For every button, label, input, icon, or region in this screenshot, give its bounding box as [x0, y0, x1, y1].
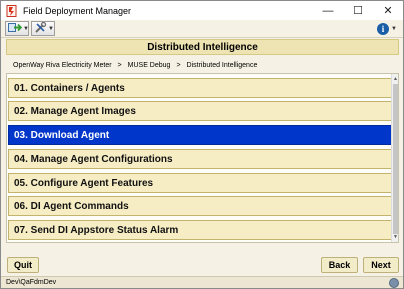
- close-button[interactable]: ✕: [373, 1, 403, 20]
- status-bar: Dev\QaFdmDev: [1, 276, 403, 288]
- menu-item-download-agent[interactable]: 03. Download Agent: [8, 125, 392, 145]
- breadcrumb-separator: >: [176, 61, 181, 69]
- connection-status-icon: [389, 278, 399, 288]
- scroll-down-icon[interactable]: ▼: [392, 233, 398, 241]
- menu-item-label: 07. Send DI Appstore Status Alarm: [14, 224, 179, 236]
- menu-item-label: 05. Configure Agent Features: [14, 177, 154, 189]
- tools-menu-button[interactable]: ▼: [31, 21, 55, 36]
- chevron-down-icon: ▼: [391, 25, 397, 32]
- menu-list: 01. Containers / Agents 02. Manage Agent…: [6, 73, 399, 243]
- page-title: Distributed Intelligence: [147, 41, 258, 53]
- exit-icon: [8, 20, 23, 38]
- scrollbar-thumb[interactable]: [393, 84, 398, 234]
- breadcrumb-item[interactable]: OpenWay Riva Electricity Meter: [13, 62, 112, 69]
- help-menu-button[interactable]: i ▼: [377, 21, 399, 36]
- menu-item-containers-agents[interactable]: 01. Containers / Agents: [8, 78, 392, 98]
- menu-item-manage-agent-configurations[interactable]: 04. Manage Agent Configurations: [8, 149, 392, 169]
- menu-item-label: 06. DI Agent Commands: [14, 200, 129, 212]
- scroll-up-icon[interactable]: ▲: [392, 75, 398, 83]
- window-controls: — ☐ ✕: [313, 1, 403, 20]
- title-bar: Field Deployment Manager — ☐ ✕: [1, 1, 403, 20]
- vertical-scrollbar[interactable]: ▲ ▼: [391, 74, 398, 242]
- menu-item-label: 03. Download Agent: [14, 129, 110, 141]
- page-header: Distributed Intelligence: [6, 39, 399, 55]
- menu-item-label: 01. Containers / Agents: [14, 82, 125, 94]
- app-window: Field Deployment Manager — ☐ ✕ ▼ ▼ i ▼ D…: [0, 0, 404, 289]
- exit-menu-button[interactable]: ▼: [5, 21, 29, 36]
- breadcrumb-item-current: Distributed Intelligence: [186, 61, 258, 69]
- toolbar: ▼ ▼ i ▼: [1, 20, 403, 38]
- environment-label: Dev\QaFdmDev: [6, 279, 57, 286]
- menu-item-label: 04. Manage Agent Configurations: [14, 153, 173, 165]
- menu-item-di-agent-commands[interactable]: 06. DI Agent Commands: [8, 196, 392, 216]
- window-title: Field Deployment Manager: [23, 5, 132, 16]
- tools-icon: [34, 20, 47, 38]
- chevron-down-icon: ▼: [48, 25, 54, 32]
- menu-item-label: 02. Manage Agent Images: [14, 105, 136, 117]
- breadcrumb-separator: >: [117, 61, 122, 69]
- menu-item-send-di-appstore-status-alarm[interactable]: 07. Send DI Appstore Status Alarm: [8, 220, 392, 240]
- quit-button[interactable]: Quit: [7, 257, 39, 273]
- minimize-button[interactable]: —: [313, 1, 343, 20]
- breadcrumb: OpenWay Riva Electricity Meter > MUSE De…: [13, 59, 263, 71]
- next-button[interactable]: Next: [363, 257, 399, 273]
- chevron-down-icon: ▼: [23, 25, 29, 32]
- app-logo-icon: [6, 4, 18, 17]
- menu-item-configure-agent-features[interactable]: 05. Configure Agent Features: [8, 173, 392, 193]
- info-icon: i: [377, 22, 389, 35]
- back-button[interactable]: Back: [321, 257, 358, 273]
- breadcrumb-item[interactable]: MUSE Debug: [128, 62, 171, 69]
- maximize-button[interactable]: ☐: [343, 1, 373, 20]
- menu-item-manage-agent-images[interactable]: 02. Manage Agent Images: [8, 101, 392, 121]
